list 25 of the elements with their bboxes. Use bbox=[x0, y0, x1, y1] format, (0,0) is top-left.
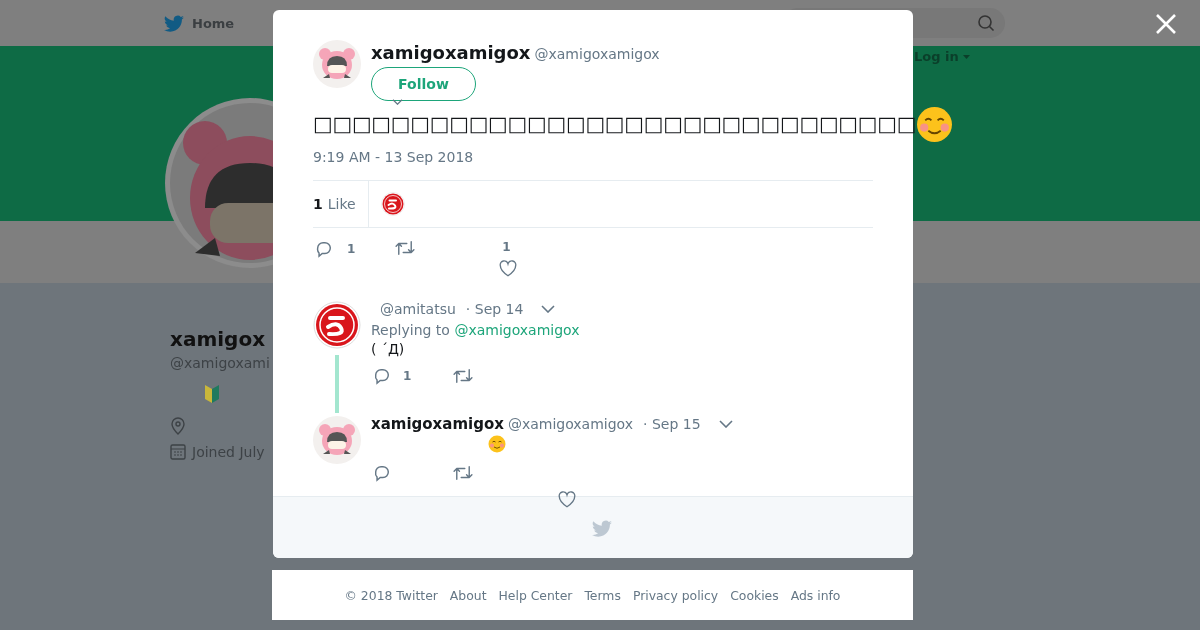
follow-button[interactable]: Follow bbox=[371, 67, 476, 101]
reply-count: 1 bbox=[403, 369, 412, 383]
home-tab[interactable]: Home bbox=[163, 13, 235, 33]
user-handle[interactable]: @amitatsu bbox=[380, 301, 456, 317]
copyright-text: © 2018 Twitter bbox=[344, 587, 438, 603]
user-name: xamigoxamigox bbox=[371, 415, 504, 433]
footer-link[interactable]: About bbox=[449, 587, 487, 603]
replying-to-text: Replying to @xamigoxamigox bbox=[371, 322, 581, 338]
reply-count: 1 bbox=[347, 242, 356, 256]
like-count: 1 bbox=[502, 240, 511, 254]
reply-date[interactable]: · Sep 15 bbox=[643, 416, 701, 432]
reply-text: ( ´Д) bbox=[371, 341, 406, 357]
footer-link[interactable]: Privacy policy bbox=[632, 587, 719, 603]
user-name[interactable]: xamigoxamigox bbox=[371, 42, 531, 63]
profile-name: xamigox bbox=[170, 327, 266, 351]
mention-link[interactable]: @xamigoxamigox bbox=[454, 322, 580, 338]
user-handle[interactable]: @xamigoxamigox bbox=[534, 46, 660, 62]
footer-link[interactable]: Cookies bbox=[730, 587, 779, 603]
likes-count[interactable]: 1 Like bbox=[313, 181, 369, 227]
tweet-timestamp: 9:19 AM - 13 Sep 2018 bbox=[313, 149, 475, 165]
user-handle[interactable]: @xamigoxamigox bbox=[507, 416, 634, 432]
reply-date[interactable]: · Sep 14 bbox=[465, 301, 524, 317]
footer-link[interactable]: Terms bbox=[584, 587, 621, 603]
footer-link[interactable]: Ads info bbox=[790, 587, 841, 603]
footer-link[interactable]: Help Center bbox=[498, 587, 573, 603]
